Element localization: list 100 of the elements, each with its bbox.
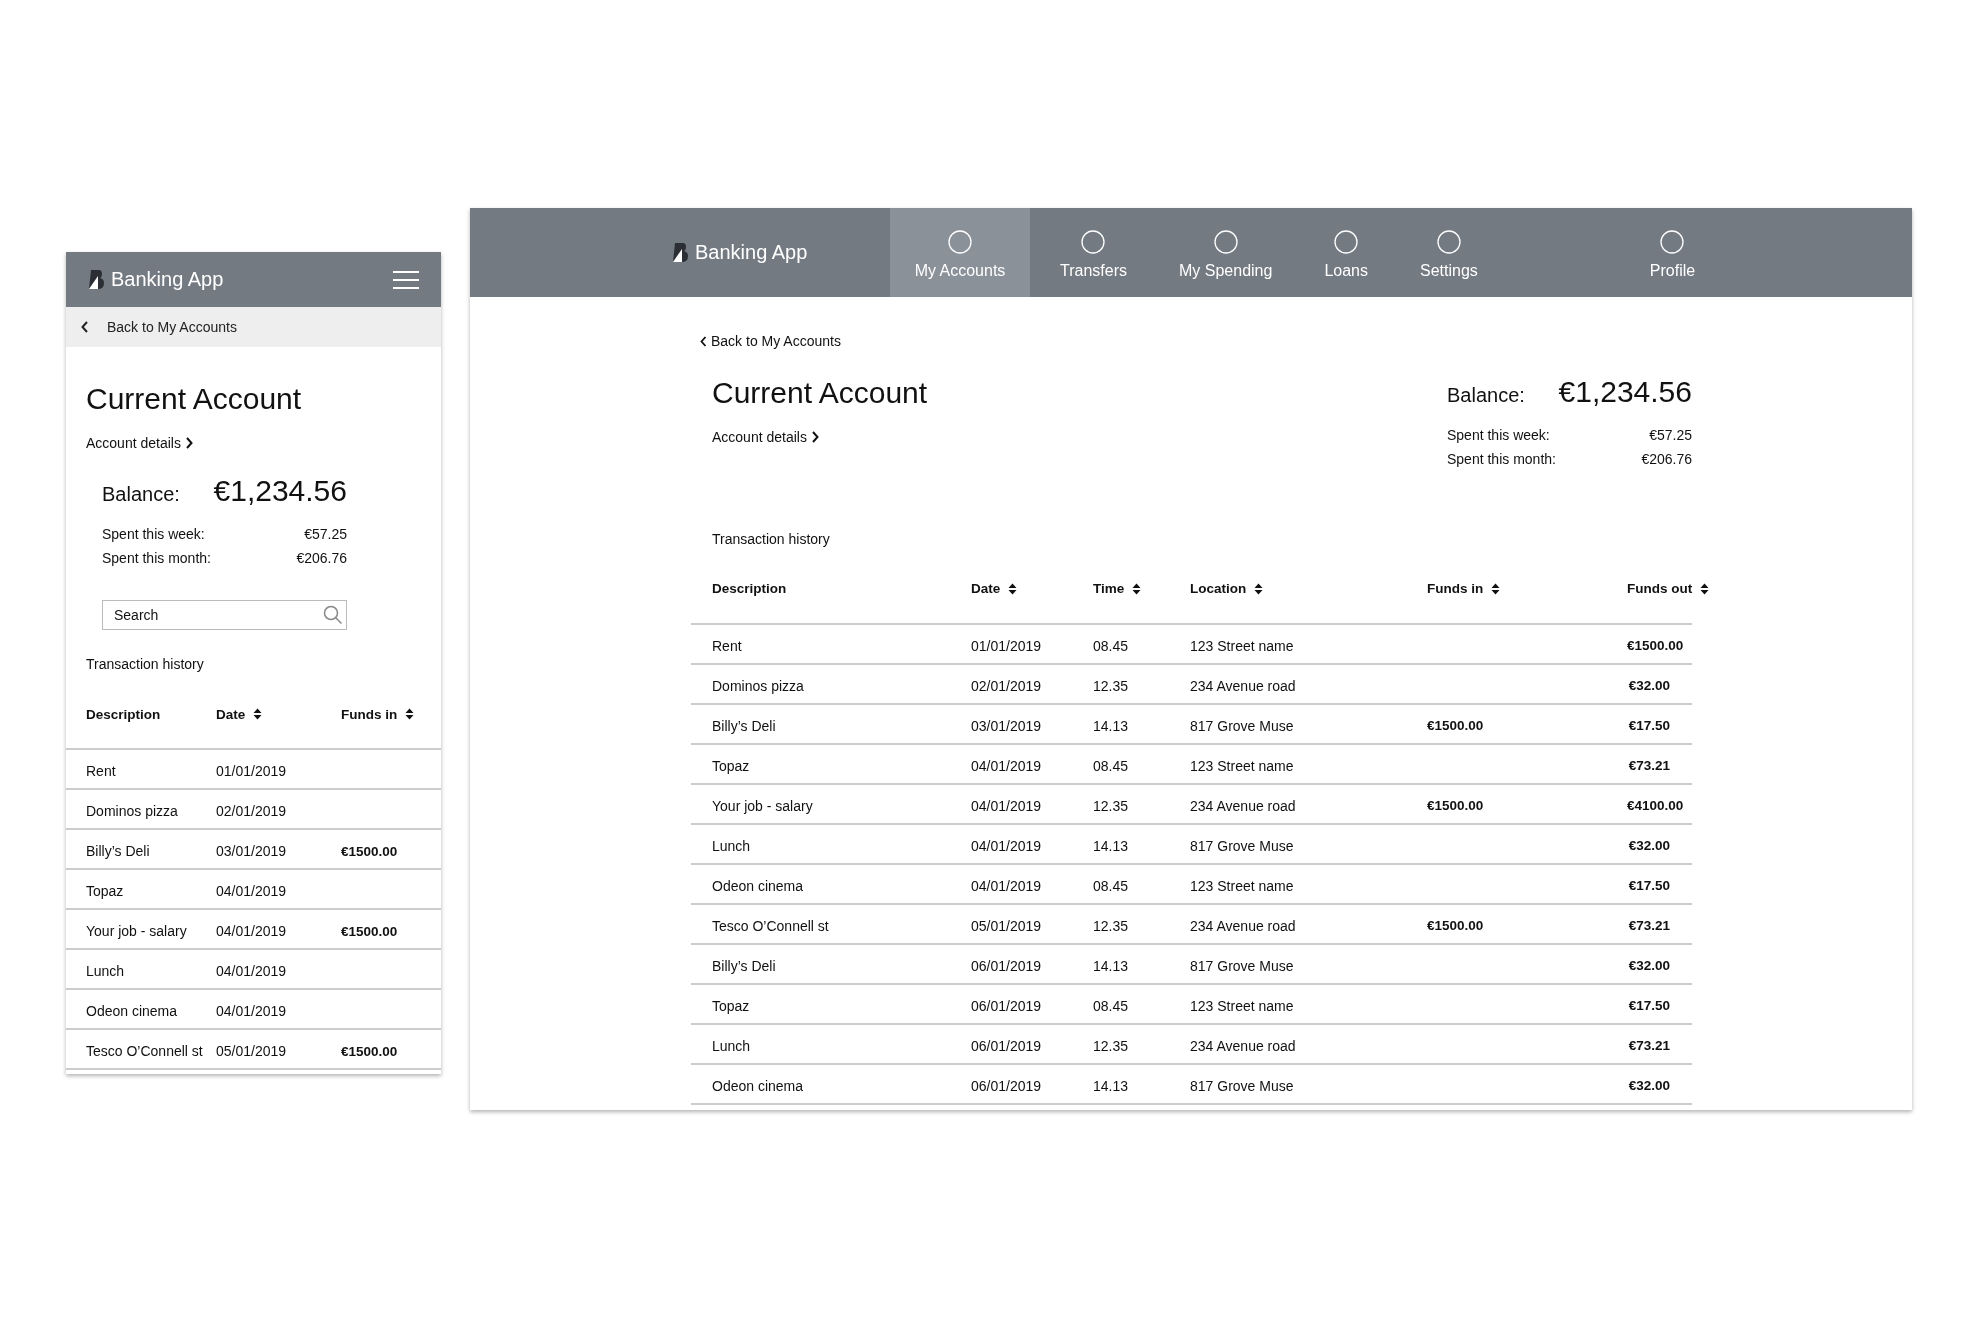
table-cell: €32.00 [1628,958,1670,973]
sort-icon[interactable] [405,708,415,720]
circle-icon [1334,229,1359,254]
table-cell-text: Topaz [712,997,751,1014]
table-cell-text: 12.35 [1093,677,1130,694]
balance-amount: €1,234.56 [1558,374,1692,409]
section-title: Transaction history [712,530,831,547]
spent-label: Spent this week: [1447,426,1550,443]
spent-label: Spent this month: [1447,450,1556,467]
logo-icon [89,270,105,289]
column-header[interactable]: Funds in [1427,581,1484,596]
column-header[interactable]: Funds out [1627,581,1693,596]
table-cell-text: 04/01/2019 [216,883,288,899]
column-header[interactable]: Date [216,706,246,722]
table-cell-text: 04/01/2019 [216,923,288,939]
table-cell-text: 02/01/2019 [216,803,288,819]
table-cell-text: 14.13 [1093,1077,1130,1094]
circle-icon [948,229,972,254]
table-cell-text: 817 Grove Muse [1190,837,1295,854]
sort-icon[interactable] [1491,582,1501,595]
table-cell-text: €1500.00 [341,923,399,939]
nav-tab[interactable]: Loans [1298,208,1394,297]
account-title: Current Account [86,381,303,417]
table-cell-text: Rent [712,637,743,654]
search-field[interactable]: Search [102,600,347,630]
table-cell-text: 06/01/2019 [971,1037,1043,1054]
search-icon [323,605,343,625]
table-cell: €32.00 [1628,678,1670,693]
sort-icon[interactable] [1254,582,1264,595]
table-cell-text: 08.45 [1093,877,1130,894]
nav-tab[interactable]: Settings [1393,208,1504,297]
table-cell-text: Odeon cinema [712,1077,805,1094]
table-cell: €1500.00 [1427,718,1484,733]
table-cell-text: 03/01/2019 [216,843,288,859]
table-cell-text: 08.45 [1093,757,1130,774]
account-title: Current Account [712,374,928,411]
table-cell-text: 14.13 [1093,837,1130,854]
table-cell: €73.21 [1628,758,1670,773]
nav-tab[interactable]: Transfers [1030,208,1153,297]
spent-amount: €57.25 [1649,426,1692,443]
balance-amount: €1,234.56 [213,474,347,508]
table-cell-text: 123 Street name [1190,757,1295,774]
spent-amount: €206.76 [1641,450,1692,467]
sort-icon[interactable] [253,708,263,720]
back-link[interactable]: Back to My Accounts [107,319,237,335]
profile-tab[interactable]: Profile [1623,208,1722,297]
table-cell-text: 123 Street name [1190,637,1295,654]
column-header: Description [86,706,161,722]
table-cell-text: 14.13 [1093,957,1130,974]
account-details-link[interactable]: Account details [712,428,819,445]
column-header[interactable]: Date [971,581,1001,596]
table-cell: €73.21 [1628,1038,1670,1053]
balance-label: Balance: [102,483,180,506]
chevron-right-icon [184,437,193,449]
table-cell-text: Your job - salary [86,923,188,939]
spent-label: Spent this month: [102,550,211,566]
table-cell-text: Topaz [712,757,751,774]
table-cell-text: 234 Avenue road [1190,1037,1297,1054]
table-cell-text: Odeon cinema [712,877,805,894]
table-cell-text: Your job - salary [712,797,814,814]
table-cell-text: 04/01/2019 [216,1003,288,1019]
back-link[interactable]: Back to My Accounts [700,333,841,349]
spent-amount: €57.25 [304,526,347,542]
chevron-left-icon [700,335,707,347]
table-cell-text: 817 Grove Muse [1190,957,1295,974]
table-cell: €1500.00 [1427,798,1484,813]
table-cell-text: 12.35 [1093,1037,1130,1054]
table-cell-text: 817 Grove Muse [1190,717,1295,734]
menu-icon[interactable] [393,270,419,289]
table-cell-text: 04/01/2019 [971,877,1043,894]
chevron-left-icon[interactable] [81,321,89,333]
account-details-link[interactable]: Account details [86,435,193,451]
table-cell-text: 03/01/2019 [971,717,1043,734]
nav-tab[interactable]: My Spending [1153,208,1299,297]
table-cell: €32.00 [1628,838,1670,853]
table-cell-text: 04/01/2019 [971,837,1043,854]
spent-label: Spent this week: [102,526,205,542]
table-cell-text: Tesco O’Connell st [712,917,830,934]
table-cell-text: 123 Street name [1190,877,1295,894]
table-cell: €4100.00 [1627,798,1684,813]
table-cell-text: 14.13 [1093,717,1130,734]
column-header[interactable]: Location [1190,581,1247,596]
table-cell-text: 234 Avenue road [1190,797,1297,814]
table-cell-text: 04/01/2019 [216,963,288,979]
column-header: Description [712,581,787,596]
column-header[interactable]: Time [1093,581,1125,596]
table-cell-text: 123 Street name [1190,997,1295,1014]
table-cell-text: Odeon cinema [86,1003,179,1019]
app-title: Banking App [111,268,224,291]
balance-label: Balance: [1447,383,1525,407]
table-cell-text: 234 Avenue road [1190,677,1297,694]
table-cell: €1500.00 [1427,918,1484,933]
column-header[interactable]: Funds in [341,706,398,722]
table-cell-text: 01/01/2019 [971,637,1043,654]
table-cell-text: Dominos pizza [712,677,805,694]
sort-icon[interactable] [1132,582,1142,595]
table-cell-text: Billy’s Deli [86,843,151,859]
sort-icon[interactable] [1700,582,1710,595]
sort-icon[interactable] [1008,582,1018,595]
table-cell-text: Billy’s Deli [712,957,777,974]
